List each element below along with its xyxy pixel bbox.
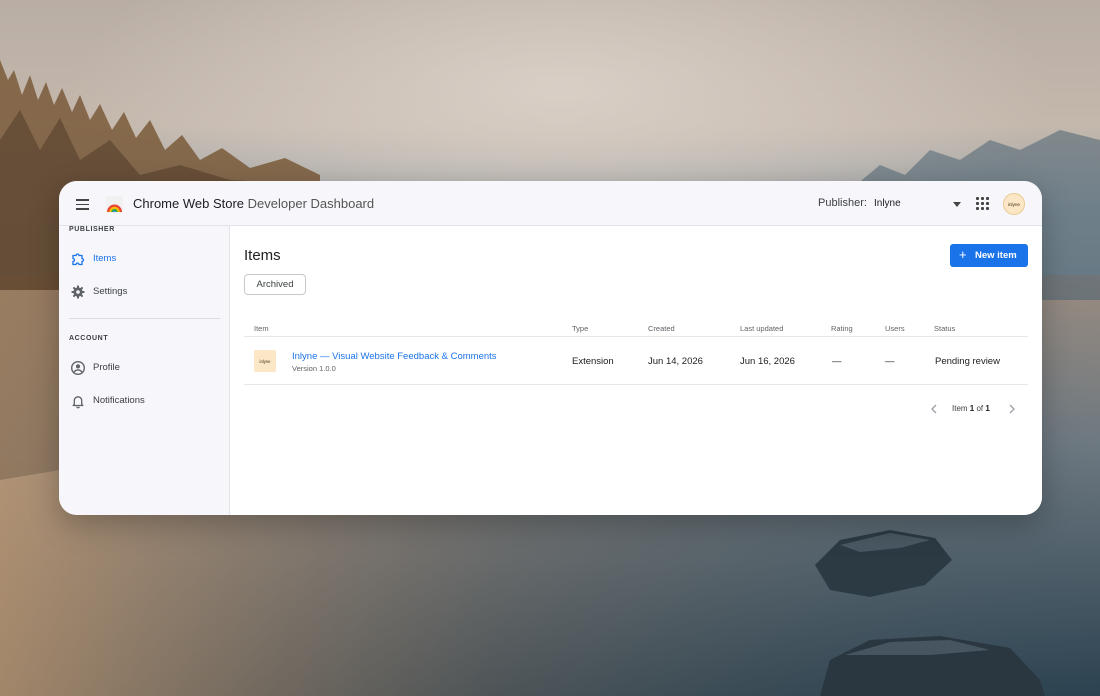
puzzle-icon xyxy=(70,251,86,267)
app-title-sub: Developer Dashboard xyxy=(247,196,375,211)
publisher-select-value: Inlyne xyxy=(874,198,901,209)
column-header-last-updated[interactable]: Last updated xyxy=(740,324,783,333)
sidebar-item-notifications[interactable]: Notifications xyxy=(59,387,230,415)
menu-icon[interactable] xyxy=(73,194,93,214)
archived-filter-chip[interactable]: Archived xyxy=(244,274,306,295)
avatar[interactable]: inlyne xyxy=(1003,193,1025,215)
item-updated: Jun 16, 2026 xyxy=(740,356,795,367)
item-type: Extension xyxy=(572,356,614,367)
sidebar-item-settings[interactable]: Settings xyxy=(59,278,230,306)
item-name-link[interactable]: Inlyne — Visual Website Feedback & Comme… xyxy=(292,351,497,362)
new-item-label: New item xyxy=(975,250,1017,261)
item-status: Pending review xyxy=(935,356,1000,367)
table-row-divider xyxy=(244,384,1028,385)
pagination-status: Item 1 of 1 xyxy=(952,404,990,413)
sidebar-item-label: Notifications xyxy=(93,395,145,406)
column-header-type[interactable]: Type xyxy=(572,324,588,333)
item-thumbnail: inlyne xyxy=(254,350,276,372)
gear-icon xyxy=(70,284,86,300)
table-row[interactable]: inlyne Inlyne — Visual Website Feedback … xyxy=(244,337,1028,384)
top-app-bar: Chrome Web Store Developer Dashboard Pub… xyxy=(59,181,1042,226)
new-item-button[interactable]: + New item xyxy=(950,244,1028,267)
pager-of: of xyxy=(976,404,984,413)
sidebar-divider xyxy=(69,318,220,319)
publisher-select[interactable]: Inlyne xyxy=(873,191,963,217)
chevron-down-icon xyxy=(953,202,961,207)
column-header-created[interactable]: Created xyxy=(648,324,675,333)
app-title: Chrome Web Store Developer Dashboard xyxy=(133,196,374,211)
item-rating: — xyxy=(832,356,842,367)
item-created: Jun 14, 2026 xyxy=(648,356,703,367)
page-title: Items xyxy=(244,247,281,264)
sidebar-item-label: Profile xyxy=(93,362,120,373)
chevron-right-icon[interactable] xyxy=(1006,402,1018,416)
column-header-status[interactable]: Status xyxy=(934,324,955,333)
pager-current: 1 xyxy=(969,404,975,413)
pager-prefix: Item xyxy=(952,404,968,413)
main-content: Items + New item Archived Item Type Crea… xyxy=(231,226,1042,515)
dashboard-window: Chrome Web Store Developer Dashboard Pub… xyxy=(59,181,1042,515)
app-title-main: Chrome Web Store xyxy=(133,196,245,211)
account-circle-icon xyxy=(70,360,86,376)
sidebar-item-items[interactable]: Items xyxy=(59,245,230,273)
apps-grid-icon[interactable] xyxy=(975,196,991,212)
account-section-label: ACCOUNT xyxy=(69,335,109,342)
chrome-web-store-logo xyxy=(105,195,124,214)
column-header-users[interactable]: Users xyxy=(885,324,905,333)
chevron-left-icon[interactable] xyxy=(928,402,940,416)
sidebar-item-label: Items xyxy=(93,253,117,264)
publisher-label: Publisher: xyxy=(818,197,867,209)
item-users: — xyxy=(885,356,895,367)
column-header-item[interactable]: Item xyxy=(254,324,269,333)
plus-icon: + xyxy=(959,247,967,262)
publisher-section-label: PUBLISHER xyxy=(69,226,115,233)
column-header-rating[interactable]: Rating xyxy=(831,324,853,333)
pager-total: 1 xyxy=(985,404,990,413)
sidebar-item-profile[interactable]: Profile xyxy=(59,354,230,382)
sidebar-item-label: Settings xyxy=(93,286,128,297)
item-version: Version 1.0.0 xyxy=(292,364,336,373)
bell-icon xyxy=(70,393,86,409)
sidebar: PUBLISHER Items Settings ACCOUNT Profile… xyxy=(59,226,230,515)
